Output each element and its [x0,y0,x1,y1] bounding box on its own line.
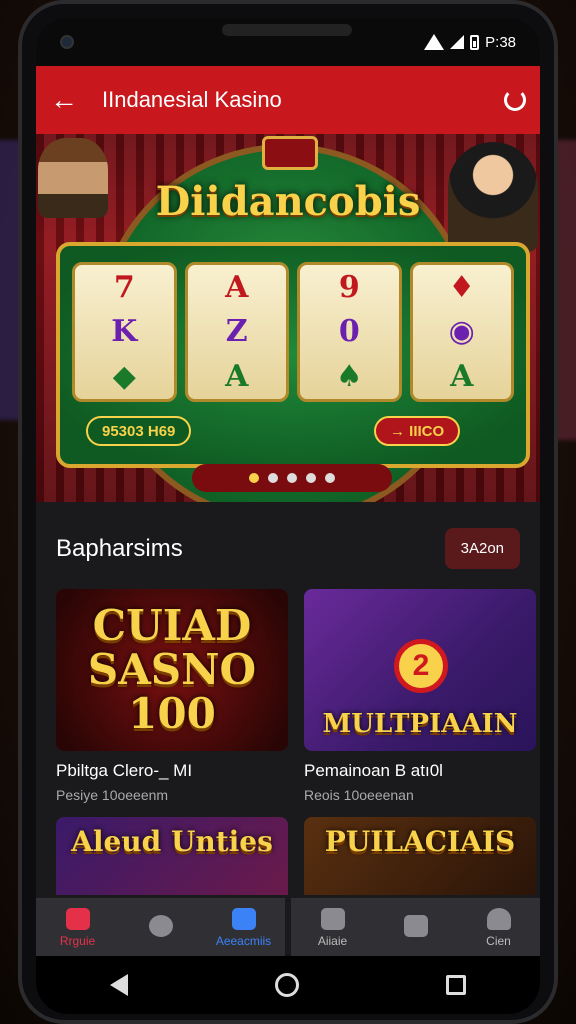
carousel-dot[interactable] [325,473,335,483]
promo-banner[interactable]: Diidancobis 7 K ◆ A Z A 9 0 ♠ ♦ ◉ A 95303 H69 → III… [36,134,540,504]
carousel-dot[interactable] [287,473,297,483]
section-title: Bapharsims [56,534,183,562]
reel-symbol: A [225,269,249,305]
tab-label: Rrguie [59,933,96,948]
user-icon [231,907,256,930]
wifi-icon [424,34,445,50]
game-card-image: CUIAD SASNO 100 [56,589,288,751]
section-header: Bapharsims 3A2on [36,502,540,589]
section-action-button[interactable]: 3A2on [444,528,520,569]
game-card-image-text: PUILACIAIS [324,825,516,858]
status-icons: P:38 [424,34,516,51]
tab-group-left: Rrguie Aeeacmiis [36,898,285,956]
nav-recents-icon[interactable] [446,975,467,995]
reel-symbol: K [111,314,138,350]
carousel-dot[interactable] [306,473,316,483]
reel-symbol: 7 [113,269,135,305]
tab-group-right: Aiiaie Cien [291,898,540,956]
tab-search[interactable] [119,899,202,956]
reel-symbol: Z [225,314,248,350]
carousel-dot[interactable] [268,473,278,483]
game-card-image-text: Aleud Unties [71,825,273,858]
back-arrow-icon[interactable]: ← [50,84,90,116]
game-card-subtitle: Reois 10oeeenan [304,787,414,803]
tab-label: Aeeacmiis [215,933,272,948]
tab-label: Aiiaie [317,933,348,948]
reel-symbol: 9 [338,269,360,305]
battery-icon [470,34,480,50]
reel-symbol: A [225,359,249,395]
game-card-title: Pemainoan B atı0l [304,761,443,780]
payout-label-right: → IIICO [374,416,461,446]
carousel-dot[interactable] [249,473,259,483]
hostess-figure [448,142,538,252]
tab-gift[interactable]: Rrguie [36,899,119,956]
bottom-tab-bar: Rrguie Aeeacmiis Aiiaie Cien [36,898,540,956]
game-card-image-text: CUIAD SASNO 100 [87,601,257,738]
front-camera [60,35,74,49]
earpiece-speaker [222,24,352,36]
game-card-subtitle: Pesiye 10oeeenm [56,787,169,803]
game-card[interactable]: Aleud Unties [56,817,288,895]
app-bar: ← IIndanesial Kasino [36,66,540,134]
game-card-title: Pbiltga Clero-_ MI [56,761,193,780]
reel-symbol: ◉ [448,314,475,350]
nav-home-icon[interactable] [274,973,299,997]
app-title: IIndanesial Kasino [102,87,282,112]
gift-icon [65,907,90,930]
tab-profile[interactable]: Cien [457,899,540,956]
slot-reel: AZA [184,262,289,402]
game-card-image-text: MULTPIAAIN [322,709,518,739]
badge-icon: 2 [394,639,448,693]
slot-reel: ♦ ◉ A [409,262,514,402]
game-section: Bapharsims 3A2on CUIAD SASNO 100 Pbiltga… [36,502,540,954]
slot-reel: 9 0 ♠ [297,262,402,402]
profile-icon [486,907,511,930]
reel-symbol: ♠ [335,359,363,395]
nav-back-icon[interactable] [109,974,128,996]
game-card-image: 2 MULTPIAAIN [304,589,536,751]
refresh-icon[interactable] [504,89,526,111]
system-nav-bar [36,956,540,1014]
reel-symbol: A [450,359,474,395]
payout-label-left: 95303 H69 [86,416,192,446]
carousel-dots [192,464,392,492]
tab-label: Cien [486,933,511,948]
reel-symbol: ◆ [112,359,136,395]
slot-reels: 7 K ◆ A Z A 9 0 ♠ ♦ ◉ A [72,262,514,402]
reel-symbol: 0 [338,314,360,350]
tab-lock[interactable] [374,899,457,956]
screen: P:38 ← IIndanesial Kasino Diidancobis 7K… [36,18,540,1014]
status-time: P:38 [485,33,516,51]
game-grid: CUIAD SASNO 100 Pbiltga Clero-_ MI Pesiy… [36,589,540,895]
tab-account[interactable]: Aeeacmiis [202,899,285,956]
status-bar: P:38 [36,18,540,66]
game-card-image: Aleud Unties [56,817,288,895]
game-card-image: PUILACIAIS [304,817,536,895]
tab-grid[interactable]: Aiiaie [291,899,374,956]
phone-frame: P:38 ← IIndanesial Kasino Diidancobis 7K… [18,0,558,1024]
game-card[interactable]: 2 MULTPIAAIN Pemainoan B atı0l Reois 10o… [304,589,536,803]
reel-symbol: ♦ [448,269,476,305]
lock-icon [403,914,428,937]
search-icon [148,914,173,937]
slot-reel: 7 K ◆ [72,262,177,402]
crest-emblem [262,136,318,170]
grid-icon [320,907,345,930]
signal-icon [450,35,465,49]
game-card[interactable]: PUILACIAIS [304,817,536,895]
game-card[interactable]: CUIAD SASNO 100 Pbiltga Clero-_ MI Pesiy… [56,589,288,803]
